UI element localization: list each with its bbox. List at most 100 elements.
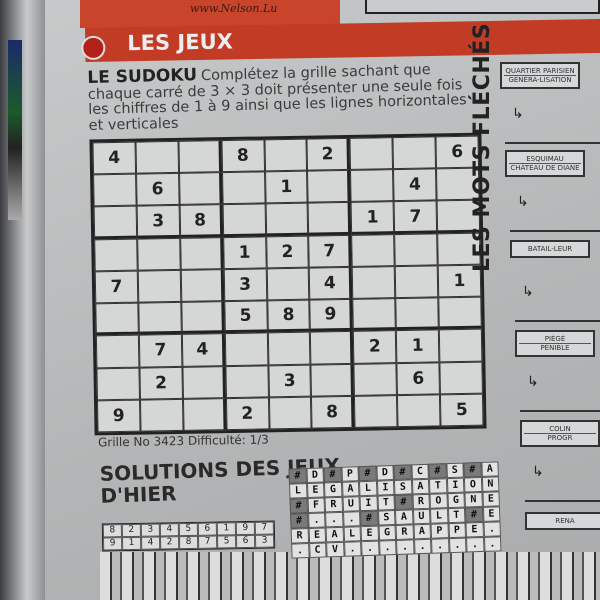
sudoku-cell [349, 137, 394, 171]
sudoku-cell: 3 [267, 364, 312, 398]
solution-digit: 8 [179, 535, 199, 550]
sudoku-cell [95, 302, 139, 336]
sudoku-cell [353, 362, 398, 396]
sudoku-cell: 5 [440, 393, 484, 427]
sudoku-cell: 6 [396, 361, 441, 395]
clue-text: BATAIL-LEUR [527, 245, 573, 253]
sudoku-cell [178, 140, 222, 174]
clue-text: PIÉGÉ [544, 335, 566, 343]
top-box [365, 0, 600, 14]
solution-digit: 5 [178, 522, 198, 537]
solution-digit: 7 [254, 521, 274, 535]
sudoku-cell [307, 170, 351, 204]
sudoku-cell [439, 361, 483, 395]
clue-box: ESQUIMAU CHÂTEAU DE DIANE [505, 150, 585, 177]
sudoku-cell [267, 331, 311, 365]
mots-fleches-title: LES MOTS FLÉCHÉS [470, 22, 495, 272]
sudoku-cell [138, 301, 182, 335]
clue-text: PÉNIBLE [519, 343, 591, 352]
sudoku-cell [352, 298, 397, 332]
clue-box: PIÉGÉ PÉNIBLE [515, 330, 595, 357]
sudoku-cell [265, 203, 309, 237]
sudoku-cell [224, 332, 268, 366]
sudoku-cell [93, 173, 137, 207]
sudoku-cell: 9 [96, 399, 141, 433]
clue-text: ESQUIMAU [526, 155, 564, 163]
sudoku-cell [310, 331, 354, 365]
clue-text: QUARTIER PARISIEN [505, 67, 575, 75]
advert-text: www.Nelson.Lu [190, 2, 278, 15]
sudoku-cell [179, 236, 224, 270]
grid-info: Grille No 3423 Difficulté: 1/3 [97, 432, 269, 450]
solution-digit: 6 [235, 534, 256, 549]
color-strip [8, 40, 22, 220]
solution-digit: 8 [102, 524, 123, 538]
clue-text: GÉNÉRA-LISATION [504, 75, 576, 84]
grid-line [520, 410, 600, 412]
sudoku-cell [95, 334, 140, 368]
blurred-solution-area [100, 552, 600, 600]
sudoku-cell [264, 138, 308, 172]
sudoku-cell: 4 [92, 141, 136, 175]
sudoku-grid: 48266143817127734158974212369285 [89, 132, 487, 436]
sudoku-cell [395, 297, 439, 331]
sudoku-cell [137, 237, 181, 271]
sudoku-cell: 8 [311, 395, 355, 429]
sudoku-cell [354, 394, 398, 428]
sudoku-cell: 8 [179, 204, 223, 238]
grid-line [515, 320, 600, 322]
clue-box: BATAIL-LEUR [510, 240, 590, 258]
clue-box: COLIN PROGR [520, 420, 600, 447]
sudoku-cell: 2 [306, 137, 351, 171]
solution-digit: 7 [197, 535, 218, 549]
sudoku-cell [139, 398, 184, 432]
sudoku-cell: 4 [393, 168, 437, 202]
arrow-icon: ↳ [522, 284, 534, 300]
clue-text: PROGR [524, 433, 596, 442]
sudoku-cell: 8 [221, 139, 265, 173]
clue-text: COLIN [549, 425, 571, 433]
sudoku-cell [94, 238, 138, 272]
arrow-icon: ↳ [527, 374, 539, 390]
sudoku-cell [438, 296, 482, 330]
solution-digit: 9 [103, 537, 123, 551]
clue-text: RENA [555, 517, 575, 525]
sudoku-cell [352, 266, 396, 299]
sudoku-cell [96, 367, 140, 401]
section-title: LES JEUX [127, 29, 234, 56]
solution-digit: 1 [216, 522, 236, 536]
sudoku-cell: 1 [396, 329, 440, 363]
solution-digit: 4 [159, 523, 180, 537]
sudoku-cell: 1 [350, 201, 395, 235]
sudoku-cell [222, 203, 266, 237]
sudoku-cell [394, 233, 438, 267]
sudoku-cell [180, 269, 224, 302]
sudoku-cell [350, 169, 394, 203]
sudoku-cell: 9 [309, 298, 354, 332]
sudoku-cell: 4 [181, 333, 226, 367]
sudoku-cell: 4 [309, 266, 353, 300]
sudoku-cell: 2 [353, 330, 397, 364]
sudoku-cell [93, 206, 138, 240]
solution-digit: 1 [122, 536, 142, 551]
sudoku-cell: 5 [223, 300, 268, 334]
sudoku-cell [394, 265, 439, 299]
sudoku-cell: 2 [225, 397, 270, 431]
sudoku-cell: 3 [136, 205, 180, 239]
sudoku-cell: 2 [265, 235, 310, 269]
solution-digit: 2 [121, 523, 142, 538]
sudoku-cell: 6 [135, 173, 180, 207]
sudoku-cell [182, 397, 227, 431]
sudoku-cell: 7 [94, 270, 139, 304]
sudoku-cell [268, 396, 312, 430]
sudoku-cell: 7 [308, 234, 353, 268]
arrow-icon: ↳ [512, 106, 524, 122]
sudoku-cell [308, 202, 352, 236]
sudoku-cell [392, 136, 437, 170]
grid-line [525, 500, 600, 502]
sudoku-cell: 1 [222, 236, 267, 270]
sudoku-cell: 2 [139, 366, 183, 400]
sudoku-cell: 7 [393, 200, 438, 234]
solution-digit: 2 [160, 536, 180, 550]
grid-line [510, 230, 600, 232]
